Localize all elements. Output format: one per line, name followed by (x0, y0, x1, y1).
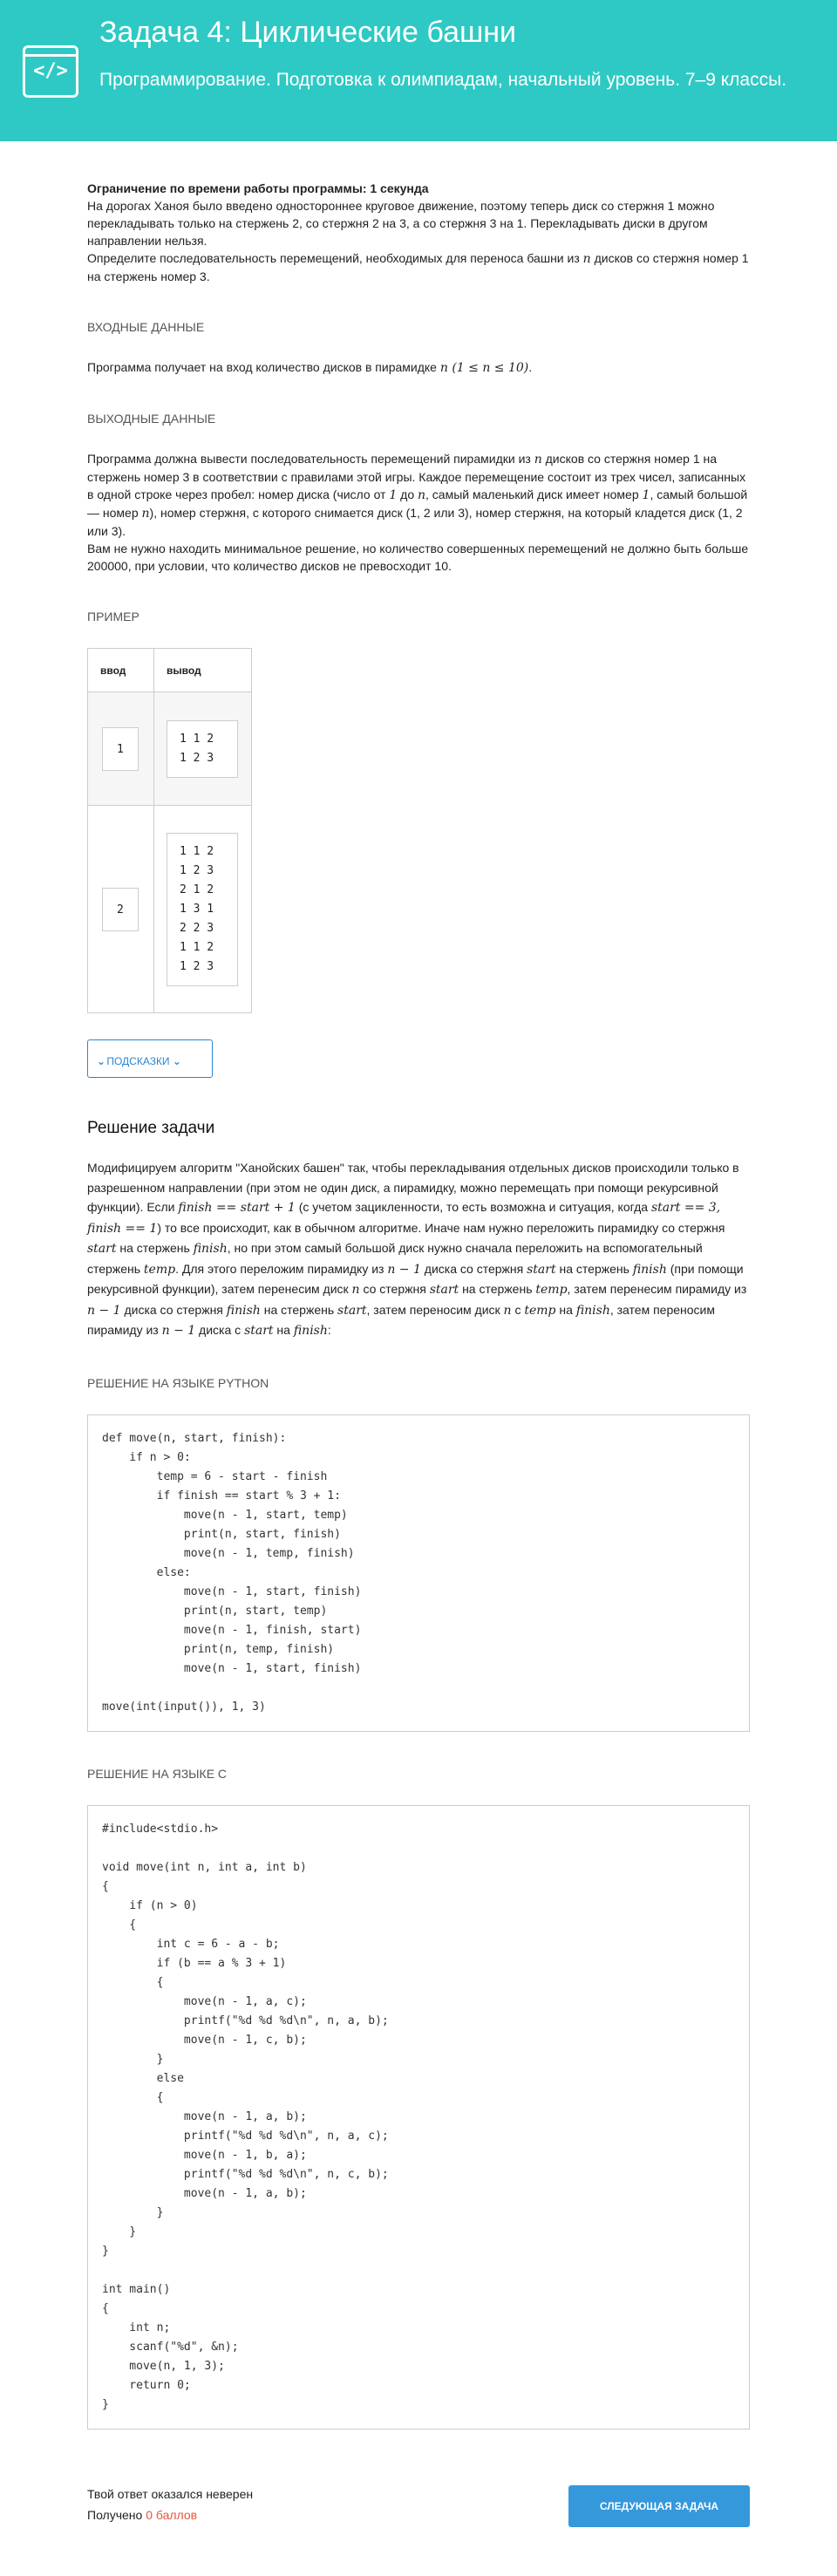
result-footer: Твой ответ оказался неверен Получено 0 б… (0, 2454, 837, 2576)
code-window-icon: </> (23, 45, 78, 98)
input-section-text: Программа получает на вход количество ди… (87, 360, 533, 375)
chevron-down-icon: ⌄ (172, 1055, 181, 1067)
output-section-title: ВЫХОДНЫЕ ДАННЫЕ (87, 412, 216, 426)
page-title: Задача 4: Циклические башни (99, 16, 517, 49)
course-subtitle: Программирование. Подготовка к олимпиада… (99, 70, 787, 90)
example-input-header: ввод (87, 648, 154, 692)
result-score-line: Получено 0 баллов (87, 2508, 197, 2522)
table-row: 2 1 1 2 1 2 3 2 1 2 1 3 1 2 2 3 1 1 2 1 … (87, 805, 252, 1013)
hints-button[interactable]: ⌄ ПОДСКАЗКИ ⌄ (87, 1039, 213, 1078)
score-value: 0 баллов (146, 2507, 198, 2522)
result-status: Твой ответ оказался неверен (87, 2486, 254, 2501)
example-input-value: 2 (102, 887, 139, 931)
next-task-button[interactable]: СЛЕДУЮЩАЯ ЗАДАЧА (568, 2484, 750, 2527)
statement-paragraph-2: Определите последовательность перемещени… (87, 251, 749, 283)
chevron-down-icon: ⌄ (97, 1055, 106, 1067)
example-output-header: вывод (153, 648, 252, 692)
table-row: 1 1 1 2 1 2 3 (87, 692, 252, 806)
example-table: ввод вывод 1 1 1 2 1 2 3 2 1 1 2 1 2 3 2… (87, 648, 252, 1013)
python-section-title: РЕШЕНИЕ НА ЯЗЫКЕ PYTHON (87, 1375, 269, 1390)
score-label: Получено (87, 2507, 146, 2522)
python-code-block[interactable]: def move(n, start, finish): if n > 0: te… (87, 1414, 750, 1732)
example-input-value: 1 (102, 726, 139, 771)
output-section-text: Программа должна вывести последовательно… (87, 452, 748, 538)
page-header: </> Задача 4: Циклические башни Программ… (0, 0, 837, 141)
input-section-title: ВХОДНЫЕ ДАННЫЕ (87, 320, 205, 334)
output-section-note: Вам не нужно находить минимальное решени… (87, 542, 749, 573)
code-icon-glyph: </> (33, 60, 68, 82)
solution-explanation: Модифицируем алгоритм "Ханойских башен" … (87, 1161, 747, 1338)
example-output-value: 1 1 2 1 2 3 (167, 719, 238, 778)
hints-label: ПОДСКАЗКИ (106, 1055, 170, 1067)
time-limit: Ограничение по времени работы программы:… (87, 181, 429, 195)
window-title-bar (25, 48, 76, 57)
c-code-block[interactable]: #include<stdio.h> void move(int n, int a… (87, 1804, 750, 2429)
solution-title: Решение задачи (87, 1119, 215, 1137)
statement-paragraph-1: На дорогах Ханоя было введено односторон… (87, 199, 715, 248)
example-output-value: 1 1 2 1 2 3 2 1 2 1 3 1 2 2 3 1 1 2 1 2 … (167, 832, 238, 986)
task-content: Ограничение по времени работы программы:… (0, 141, 837, 2429)
example-section-title: ПРИМЕР (87, 610, 140, 624)
c-section-title: РЕШЕНИЕ НА ЯЗЫКЕ C (87, 1766, 228, 1781)
